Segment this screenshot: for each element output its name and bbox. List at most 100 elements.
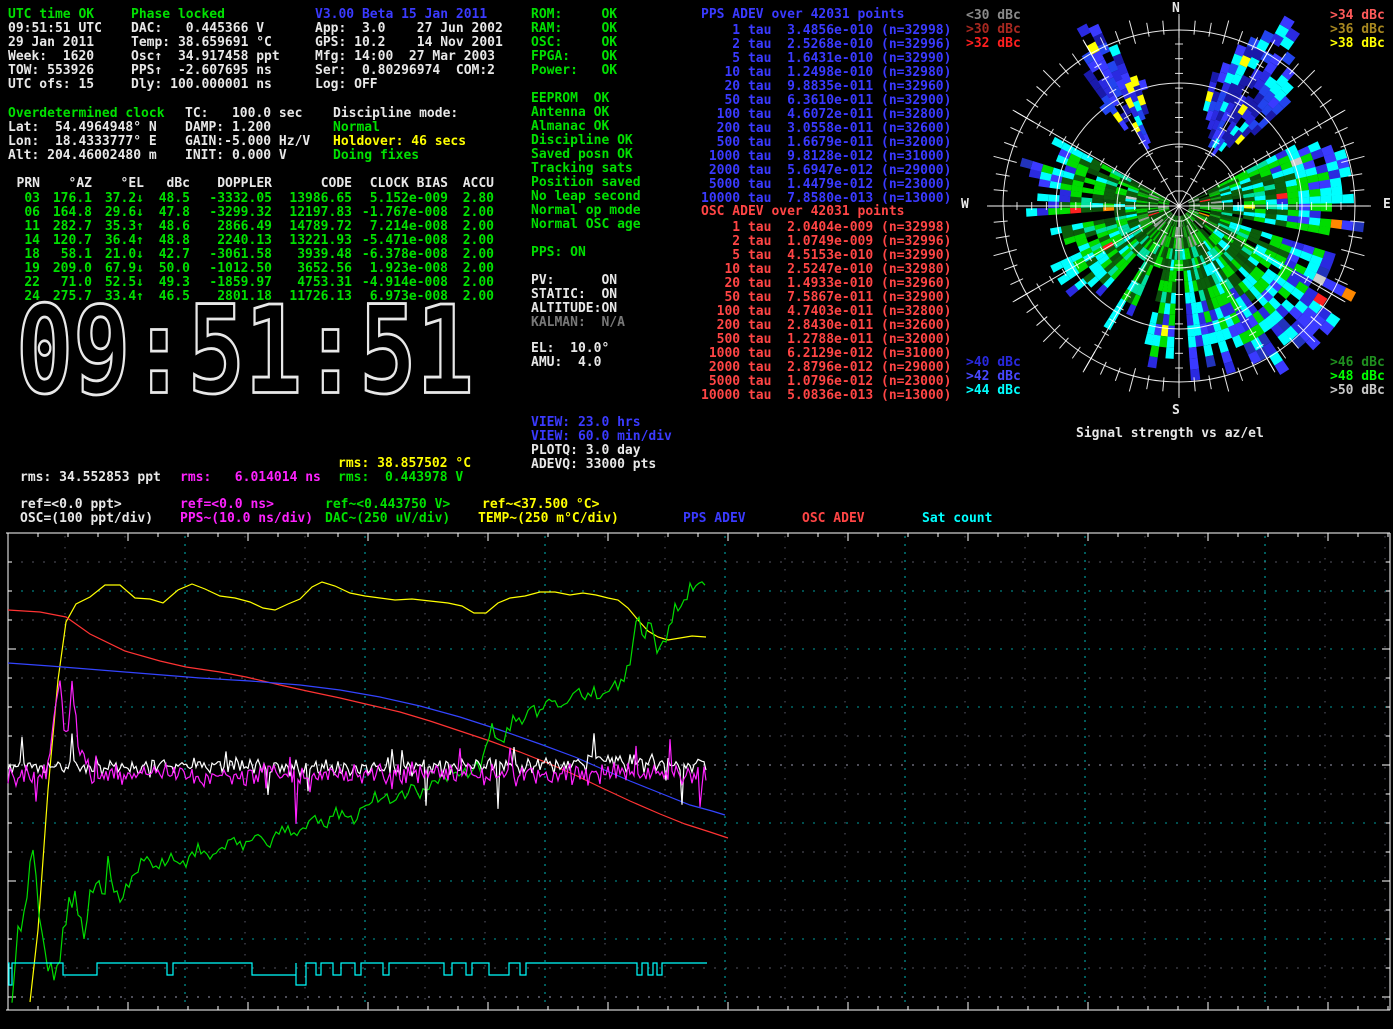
rim-tick [1209, 23, 1211, 37]
sat-cell: -3299.32 [190, 206, 272, 220]
view-setting-line: PLOTQ: 3.0 day [531, 444, 641, 458]
gain-setting: GAIN:-5.000 Hz/V [185, 135, 310, 149]
sat-cell: 282.7 [40, 220, 92, 234]
sat-cell: 13221.93 [272, 234, 352, 248]
sat-cell: 48.6 [144, 220, 190, 234]
rim-tick [1163, 377, 1164, 391]
signal-cell [1331, 219, 1343, 229]
signal-cell [1150, 345, 1160, 357]
sat-cell: 7.214e-008 [352, 220, 448, 234]
fix-setting-line: PV: ON [531, 274, 617, 288]
signal-cell [1084, 177, 1096, 185]
rim-tick [994, 249, 1017, 255]
osc-adev-row: 2000 tau 2.8796e-012 (n=29000) [701, 361, 951, 375]
signal-cell [1244, 205, 1255, 209]
spoke-tick [1254, 158, 1258, 165]
sat-cell: 2240.13 [190, 234, 272, 248]
spoke-tick [1049, 276, 1053, 283]
rim-tick [994, 156, 1017, 162]
gps-status-line: Normal OSC age [531, 218, 641, 232]
dbc-legend-item: >40 dBc [966, 356, 1021, 370]
signal-cell [1048, 208, 1059, 215]
spoke-tick [1317, 284, 1321, 291]
sat-cell: CODE [272, 177, 352, 191]
rim-tick [1129, 21, 1135, 44]
rim-tick [1194, 21, 1195, 35]
trace-sat_count [8, 963, 707, 985]
signal-cell [1126, 304, 1136, 317]
osc-adev-row: 1000 tau 6.2129e-012 (n=31000) [701, 347, 951, 361]
sat-cell: 42.7 [144, 248, 190, 262]
signal-cell [1309, 189, 1321, 197]
sat-cell: dBc [144, 177, 190, 191]
trace-osc [8, 610, 728, 838]
view-setting-line: ADEVQ: 33000 pts [531, 458, 656, 472]
sat-cell: 2.80 [448, 192, 494, 206]
signal-cell [1020, 158, 1033, 169]
osc-adev-row: 1 tau 2.0404e-009 (n=32998) [701, 221, 951, 235]
gps-status-line: Almanac OK [531, 120, 609, 134]
sat-cell: 2.00 [448, 262, 494, 276]
ref-scale-label: ref~<0.443750 V> [325, 498, 450, 512]
history-strip-chart [0, 529, 1393, 1029]
sat-cell: 67.9↓ [92, 262, 144, 276]
utc-block-line: Week: 1620 [8, 50, 94, 64]
sat-cell: 14 [10, 234, 40, 248]
rim-tick [1238, 31, 1243, 44]
dbc-legend-item: >36 dBc [1330, 23, 1385, 37]
sat-cell: 2866.49 [190, 220, 272, 234]
sat-cell: -1859.97 [190, 276, 272, 290]
gps-status-line: Saved posn OK [531, 148, 633, 162]
gps-status-line: Position saved [531, 176, 641, 190]
sat-table-row: 03176.137.2↓48.5-3332.0513986.655.152e-0… [10, 192, 494, 206]
spoke-tick [1305, 129, 1309, 136]
signal-cell [1165, 347, 1174, 359]
tc-setting: TC: 100.0 sec [185, 107, 302, 121]
rim-tick [1163, 21, 1164, 35]
rim-tick [1115, 368, 1120, 381]
sat-cell: 29.6↓ [92, 206, 144, 220]
signal-cell [1166, 337, 1174, 348]
sat-cell: 2.00 [448, 234, 494, 248]
spoke-tick [1203, 188, 1207, 195]
trace-dac [12, 582, 705, 1003]
big-digital-clock: 09:51:51 [16, 285, 474, 419]
signal-cell [1189, 347, 1198, 359]
osc-adev-row: 2 tau 1.0749e-009 (n=32996) [701, 235, 951, 249]
sat-table-row: 2271.052.5↓49.3-1859.974753.31-4.914e-00… [10, 276, 494, 290]
signal-cell [1310, 211, 1321, 219]
version-block-line: Mfg: 14:00 27 Mar 2003 [315, 50, 495, 64]
rim-tick [996, 174, 1010, 176]
dbc-legend-item: >34 dBc [1330, 9, 1385, 23]
sat-cell: 176.1 [40, 192, 92, 206]
ref-scale-label: TEMP~(250 m°C/div) [478, 512, 619, 526]
rms-label: rms: 6.014014 ns [180, 471, 321, 485]
signal-cell [1103, 203, 1114, 207]
sat-cell: 18 [10, 248, 40, 262]
sat-cell: 4753.31 [272, 276, 352, 290]
sat-cell: 46.5 [144, 290, 190, 304]
utc-time-status: UTC time OK [8, 8, 94, 22]
pps-adev-row: 5 tau 1.6431e-010 (n=32990) [701, 52, 951, 66]
sat-cell: 12197.83 [272, 206, 352, 220]
pps-adev-row: 20 tau 9.8835e-011 (n=32960) [701, 80, 951, 94]
fix-setting-line: KALMAN: N/A [531, 316, 625, 330]
dbc-legend-item: >38 dBc [1330, 37, 1385, 51]
spoke-tick [1279, 144, 1283, 151]
spoke-tick [1095, 344, 1102, 348]
phase-block-line: Dly: 100.000001 ns [131, 78, 272, 92]
rim-tick [1341, 265, 1354, 270]
rim-tick [1209, 375, 1211, 389]
signal-cell [1147, 356, 1157, 368]
pps-adev-row: 2000 tau 5.6947e-012 (n=29000) [701, 164, 951, 178]
dbc-legend-item: >32 dBc [966, 37, 1021, 51]
sat-cell: 22 [10, 276, 40, 290]
utc-block-line: 09:51:51 UTC [8, 22, 102, 36]
holdover-status: Holdover: 46 secs [333, 135, 466, 149]
signal-cell [1050, 227, 1062, 236]
rim-tick [1115, 31, 1120, 44]
sat-cell: 3652.56 [272, 262, 352, 276]
pps-adev-row: 5000 tau 1.4479e-012 (n=23000) [701, 178, 951, 192]
rim-tick [1238, 368, 1243, 381]
osc-adev-row: 10000 tau 5.0836e-013 (n=13000) [701, 389, 951, 403]
